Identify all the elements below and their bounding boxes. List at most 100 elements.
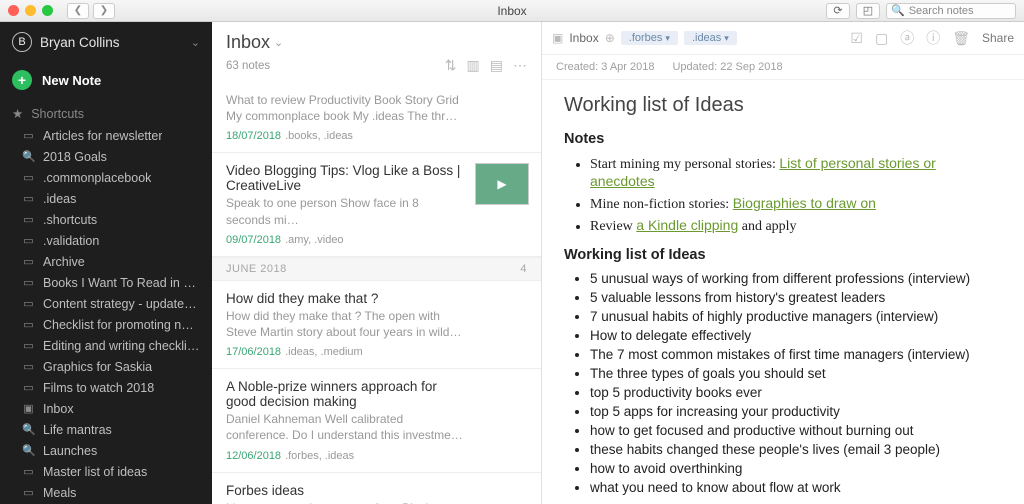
sidebar-item[interactable]: ▭Archive: [0, 251, 212, 272]
back-button[interactable]: ❮: [67, 3, 89, 19]
list-header[interactable]: Inbox ⌄: [212, 22, 541, 55]
note-link[interactable]: List of personal stories or anecdotes: [590, 155, 936, 189]
window-controls: [8, 5, 53, 16]
sidebar-item-label: Books I Want To Read in 2018: [43, 276, 200, 290]
sidebar-item[interactable]: ▭ Films to watch 2018: [0, 377, 212, 398]
note-date: 17/06/2018: [226, 346, 281, 358]
note-snippet: What to review Productivity Book Story G…: [226, 92, 527, 124]
note-list[interactable]: What to review Productivity Book Story G…: [212, 82, 541, 504]
note-title: How did they make that ?: [226, 291, 527, 306]
breadcrumb-notebook[interactable]: Inbox: [569, 31, 598, 45]
minimize-window[interactable]: [25, 5, 36, 16]
note-icon: ▭: [22, 297, 35, 310]
note-icon: ▭: [22, 360, 35, 373]
note-snippet: Linear progression vs norm from Black Sw…: [226, 500, 527, 504]
note-tags: .ideas, .medium: [285, 346, 363, 358]
sidebar-item-label: Editing and writing checklist for…: [43, 339, 200, 353]
note-body[interactable]: Working list of Ideas Notes Start mining…: [542, 80, 1024, 504]
sidebar-item[interactable]: ▭Master list of ideas: [0, 461, 212, 482]
list-item: How to delegate effectively: [590, 326, 1002, 345]
note-card[interactable]: What to review Productivity Book Story G…: [212, 82, 541, 153]
note-icon: ▭: [22, 381, 35, 394]
sidebar-item-label: .validation: [43, 234, 99, 248]
note-meta: Created: 3 Apr 2018 Updated: 22 Sep 2018: [542, 55, 1024, 80]
note-icon: ▭: [22, 192, 35, 205]
new-note-label: New Note: [42, 73, 101, 88]
annotate-icon[interactable]: ⓐ: [900, 28, 914, 48]
list-item: 5 unusual ways of working from different…: [590, 269, 1002, 288]
note-icon: ▭: [22, 276, 35, 289]
sidebar-item[interactable]: ▭Editing and writing checklist for…: [0, 335, 212, 356]
star-icon: ★: [12, 106, 23, 121]
sidebar-item[interactable]: ▭ Books I Want To Read in 2018: [0, 272, 212, 293]
sidebar-item[interactable]: ▭Articles for newsletter: [0, 125, 212, 146]
note-tag[interactable]: .forbes▾: [621, 31, 678, 45]
ideas-list: 5 unusual ways of working from different…: [564, 269, 1002, 497]
list-item: The 7 most common mistakes of first time…: [590, 345, 1002, 364]
sidebar-item-label: .commonplacebook: [43, 171, 151, 185]
list-item: what you need to know about flow at work: [590, 478, 1002, 497]
note-link[interactable]: Biographies to draw on: [733, 195, 876, 211]
account-name: Bryan Collins: [40, 35, 183, 50]
note-icon: ▭: [22, 171, 35, 184]
search-placeholder: Search notes: [909, 5, 974, 17]
sidebar-item[interactable]: 🔍2018 Goals: [0, 146, 212, 167]
share-button[interactable]: Share: [982, 31, 1014, 45]
note-link[interactable]: a Kindle clipping: [636, 217, 738, 233]
sync-button[interactable]: ⟳: [826, 3, 850, 19]
activity-button[interactable]: ◰: [856, 3, 880, 19]
sidebar-item[interactable]: ▭ Graphics for Saskia: [0, 356, 212, 377]
info-icon[interactable]: ⓘ: [926, 28, 940, 48]
note-tags: .books, .ideas: [285, 130, 353, 142]
search-notes-input[interactable]: 🔍 Search notes: [886, 3, 1016, 19]
column-view-icon[interactable]: ▥: [467, 57, 480, 74]
note-card[interactable]: How did they make that ?How did they mak…: [212, 281, 541, 369]
sidebar-item[interactable]: 🔍Life mantras: [0, 419, 212, 440]
list-group-header: JUNE 20184: [212, 257, 541, 281]
list-item: 7 unusual habits of highly productive ma…: [590, 307, 1002, 326]
sidebar-item[interactable]: ▭Checklist for promoting new blo…: [0, 314, 212, 335]
sidebar-item[interactable]: ▭.shortcuts: [0, 209, 212, 230]
note-date: 09/07/2018: [226, 234, 281, 246]
note-thumbnail: ▶: [475, 163, 529, 205]
search-icon: 🔍: [22, 444, 35, 457]
chevron-down-icon: ▾: [665, 33, 670, 44]
sidebar-item-label: Archive: [43, 255, 85, 269]
nb-icon: ▣: [22, 402, 35, 415]
present-icon[interactable]: ▢: [875, 30, 888, 47]
sidebar-item[interactable]: 🔍Launches: [0, 440, 212, 461]
list-item: 5 valuable lessons from history's greate…: [590, 288, 1002, 307]
zoom-window[interactable]: [42, 5, 53, 16]
sidebar-item-label: Graphics for Saskia: [43, 360, 152, 374]
sidebar-item-label: Films to watch 2018: [43, 381, 154, 395]
more-icon[interactable]: ⋯: [513, 57, 527, 74]
note-card[interactable]: Video Blogging Tips: Vlog Like a Boss | …: [212, 153, 541, 256]
sidebar-item[interactable]: ▭ .commonplacebook: [0, 167, 212, 188]
note-detail-pane: ▣ Inbox ⊕ .forbes▾ .ideas▾ ☑ ▢ ⓐ ⓘ 🗑 Sha…: [542, 22, 1024, 504]
note-title: A Noble-prize winners approach for good …: [226, 379, 527, 409]
forward-button[interactable]: ❯: [93, 3, 115, 19]
list-item: how to avoid overthinking: [590, 459, 1002, 478]
sidebar-item[interactable]: ▭Content strategy - updated Marc…: [0, 293, 212, 314]
reminder-icon[interactable]: ☑: [850, 30, 863, 47]
chevron-down-icon: ▾: [724, 33, 729, 44]
sidebar-item-label: Life mantras: [43, 423, 112, 437]
shortcuts-header[interactable]: ★ Shortcuts: [0, 102, 212, 125]
sidebar-item[interactable]: ▭.validation: [0, 230, 212, 251]
sort-icon[interactable]: ⇅: [445, 57, 457, 74]
note-tags: .forbes, .ideas: [285, 450, 354, 462]
sidebar-item[interactable]: ▭.ideas: [0, 188, 212, 209]
new-note-button[interactable]: + New Note: [0, 62, 212, 102]
section-header: Working list of Ideas: [564, 247, 1002, 263]
account-switcher[interactable]: B Bryan Collins ⌄: [0, 22, 212, 62]
note-tag[interactable]: .ideas▾: [684, 31, 737, 45]
note-card[interactable]: Forbes ideasLinear progression vs norm f…: [212, 473, 541, 504]
card-view-icon[interactable]: ▤: [490, 57, 503, 74]
close-window[interactable]: [8, 5, 19, 16]
list-item: Review a Kindle clipping and apply: [590, 215, 1002, 237]
note-card[interactable]: A Noble-prize winners approach for good …: [212, 369, 541, 472]
sidebar-item[interactable]: ▭Meals: [0, 482, 212, 503]
sidebar-item[interactable]: ▣ Inbox: [0, 398, 212, 419]
sidebar-item-label: Inbox: [43, 402, 74, 416]
trash-icon[interactable]: 🗑: [952, 30, 970, 47]
